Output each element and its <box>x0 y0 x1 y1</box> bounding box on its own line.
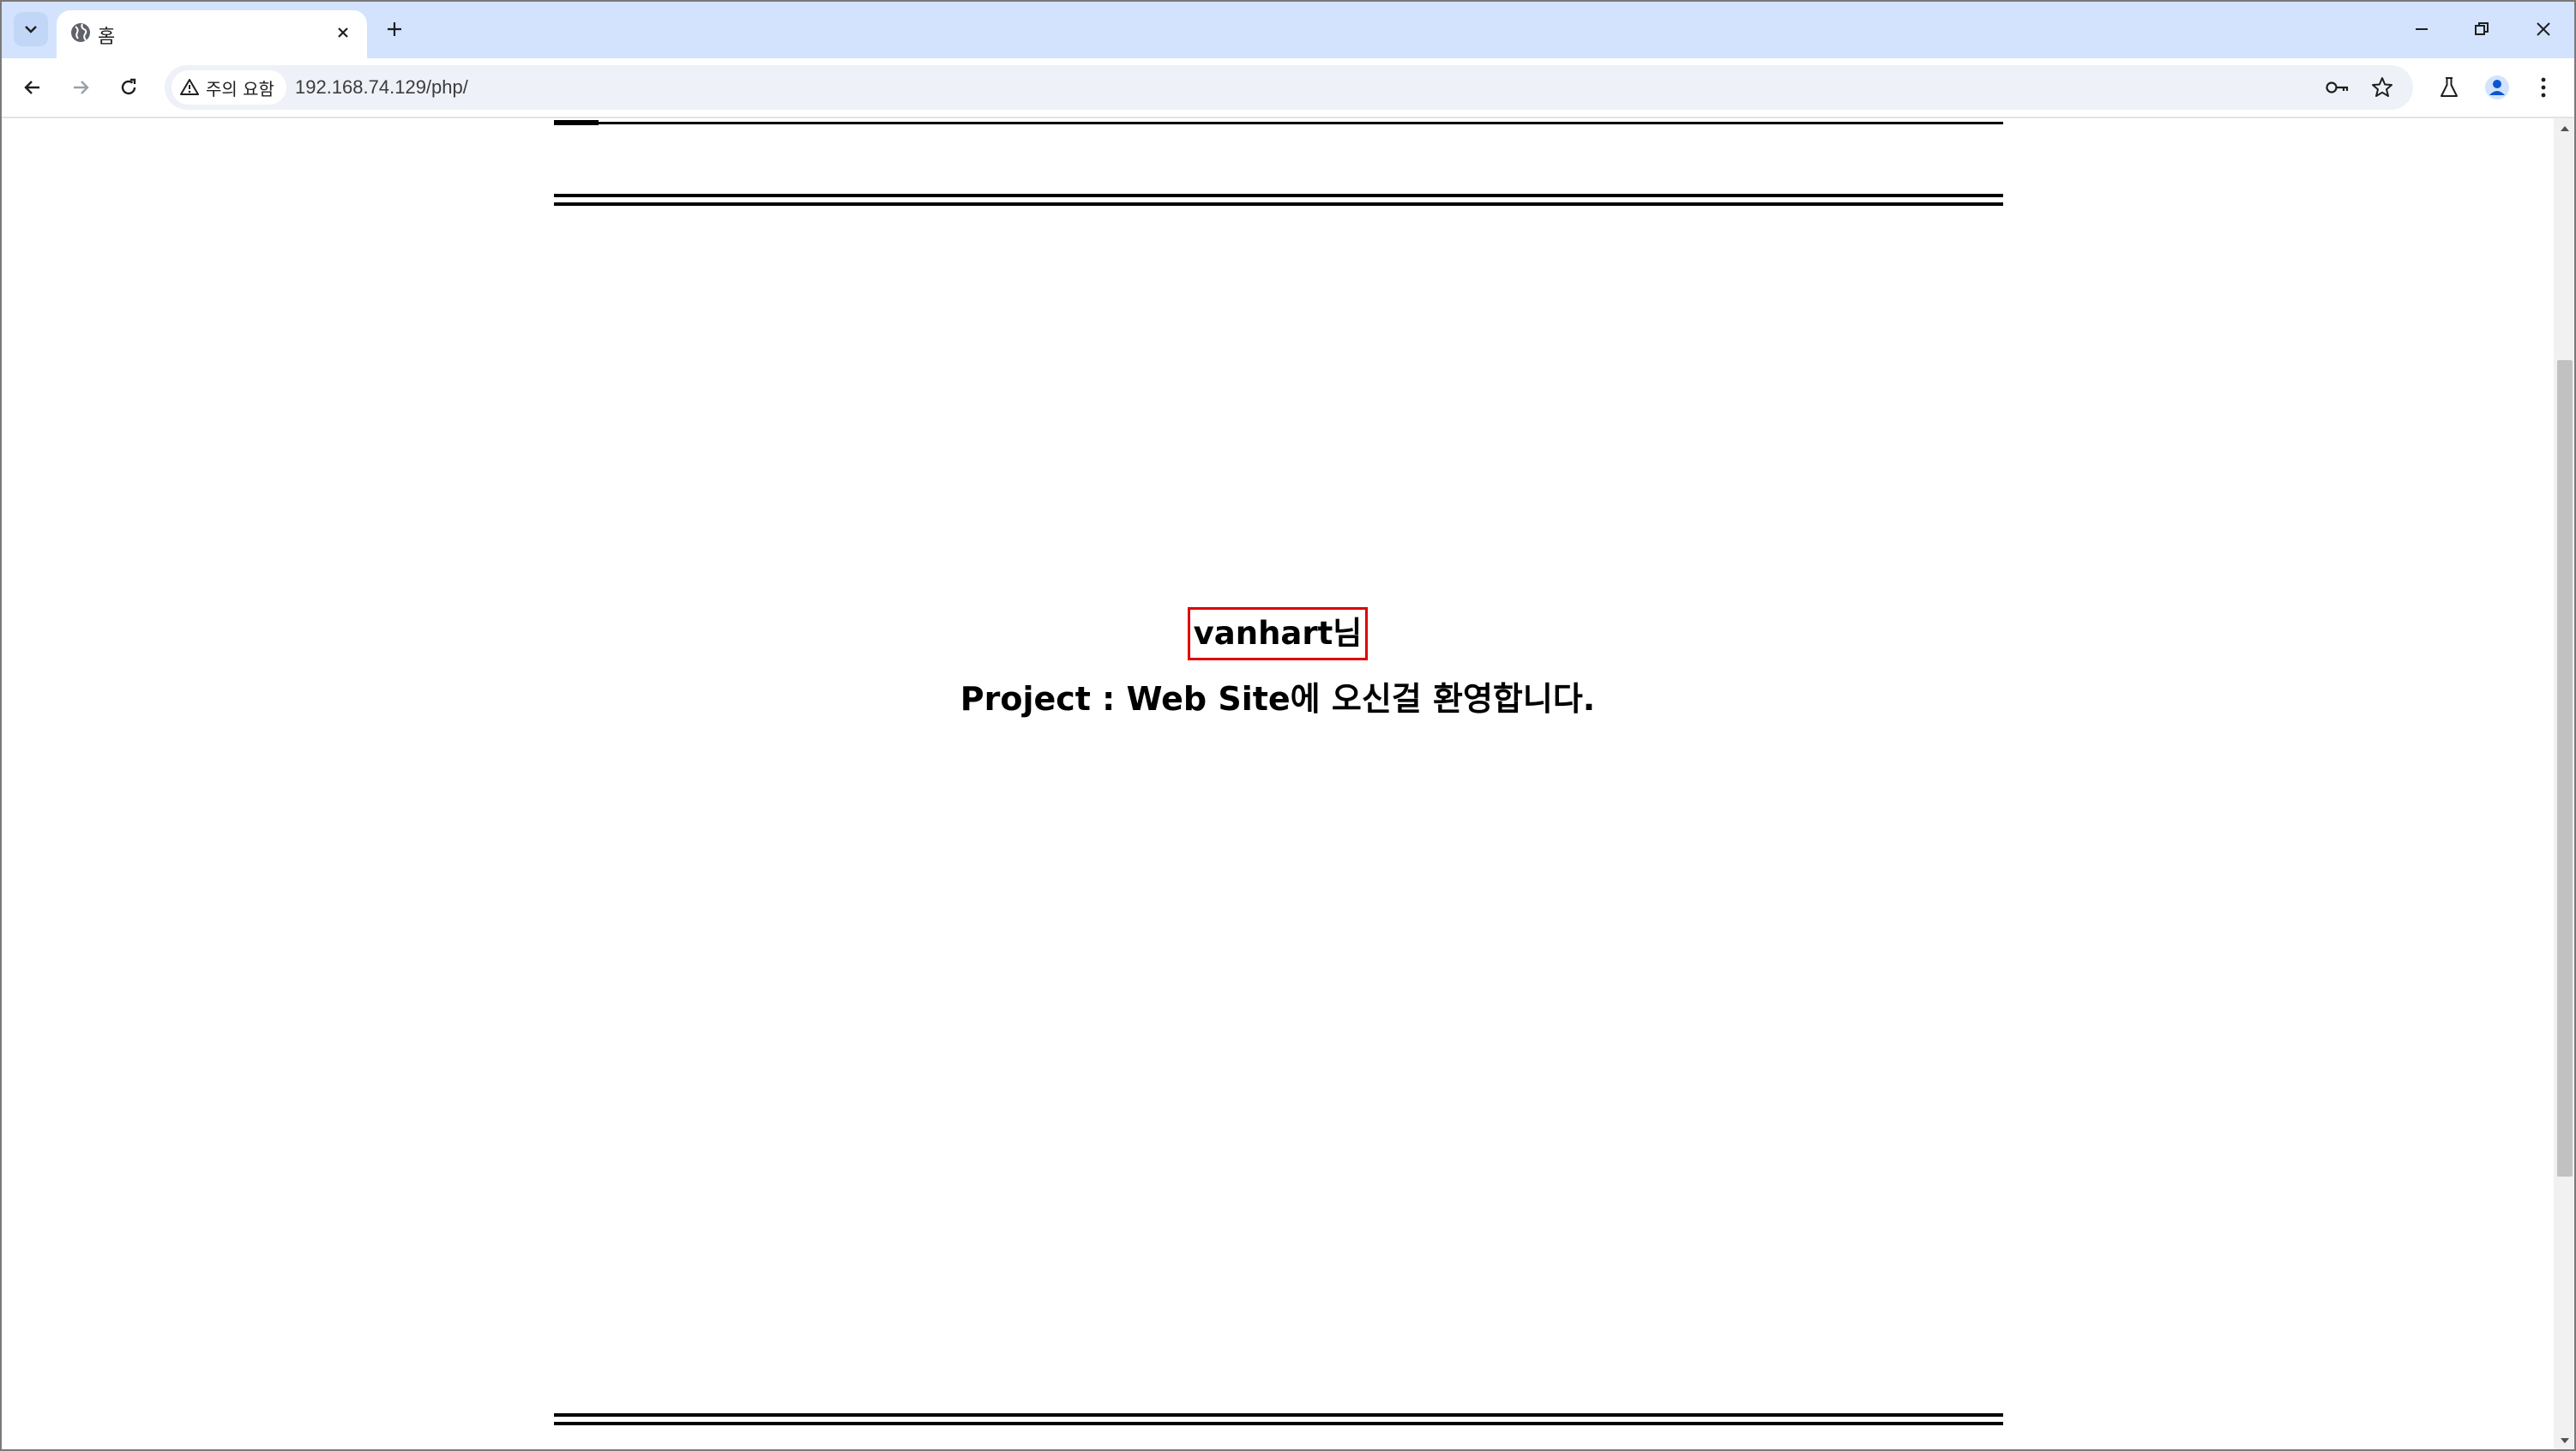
star-icon <box>2372 77 2392 97</box>
close-icon <box>2537 22 2550 36</box>
scroll-thumb[interactable] <box>2557 360 2573 1177</box>
profile-icon <box>2485 75 2509 99</box>
footer-double-divider <box>554 1413 2003 1425</box>
tab-close-button[interactable] <box>329 19 357 46</box>
browser-window: 홈 주의 요함 192.168.74.129/php/ vanhart님 Pro… <box>0 0 2576 1451</box>
browser-toolbar: 주의 요함 192.168.74.129/php/ <box>2 58 2574 118</box>
caret-up-icon <box>2561 126 2569 131</box>
warning-icon <box>180 79 199 95</box>
greeting-row: vanhart님 <box>2 607 2554 660</box>
address-bar[interactable]: 주의 요함 192.168.74.129/php/ <box>165 65 2413 110</box>
minimize-button[interactable] <box>2403 10 2441 48</box>
bookmark-button[interactable] <box>2365 70 2399 105</box>
browser-tab[interactable]: 홈 <box>57 10 367 58</box>
tab-title: 홈 <box>98 27 116 48</box>
password-manager-button[interactable] <box>2320 70 2355 105</box>
vertical-scrollbar[interactable] <box>2554 118 2574 1449</box>
minimize-icon <box>2416 28 2428 30</box>
profile-button[interactable] <box>2480 70 2514 105</box>
welcome-message: Project : Web Site에 오신걸 환영합니다. <box>960 680 1596 718</box>
caret-down-icon <box>2561 1438 2569 1443</box>
close-icon <box>338 27 348 38</box>
labs-button[interactable] <box>2432 70 2466 105</box>
forward-button[interactable] <box>63 70 98 105</box>
kebab-menu-icon <box>2541 77 2546 98</box>
restore-button[interactable] <box>2463 10 2501 48</box>
username-greeting: vanhart님 <box>1187 607 1369 660</box>
security-chip[interactable]: 주의 요함 <box>172 70 286 105</box>
url-text[interactable]: 192.168.74.129/php/ <box>295 76 468 99</box>
top-divider <box>554 122 2003 124</box>
tab-search-button[interactable] <box>14 12 48 46</box>
globe-icon <box>71 23 90 42</box>
back-button[interactable] <box>15 70 50 105</box>
security-chip-label: 주의 요함 <box>206 78 274 99</box>
new-tab-button[interactable] <box>379 14 410 45</box>
key-icon <box>2326 81 2349 93</box>
window-close-button[interactable] <box>2525 10 2562 48</box>
browser-menu-button[interactable] <box>2526 70 2561 105</box>
header-double-divider <box>554 194 2003 206</box>
flask-icon <box>2441 77 2458 97</box>
chevron-down-icon <box>25 26 37 33</box>
arrow-right-icon <box>74 81 89 94</box>
arrow-left-icon <box>24 81 39 94</box>
scroll-down-button[interactable] <box>2554 1430 2574 1449</box>
plus-icon <box>388 22 401 36</box>
reload-button[interactable] <box>111 70 146 105</box>
tab-strip: 홈 <box>2 2 2574 58</box>
reload-icon <box>121 78 136 95</box>
page-content: vanhart님 Project : Web Site에 오신걸 환영합니다. <box>2 118 2554 1449</box>
scroll-up-button[interactable] <box>2554 118 2574 139</box>
restore-icon <box>2475 22 2489 35</box>
